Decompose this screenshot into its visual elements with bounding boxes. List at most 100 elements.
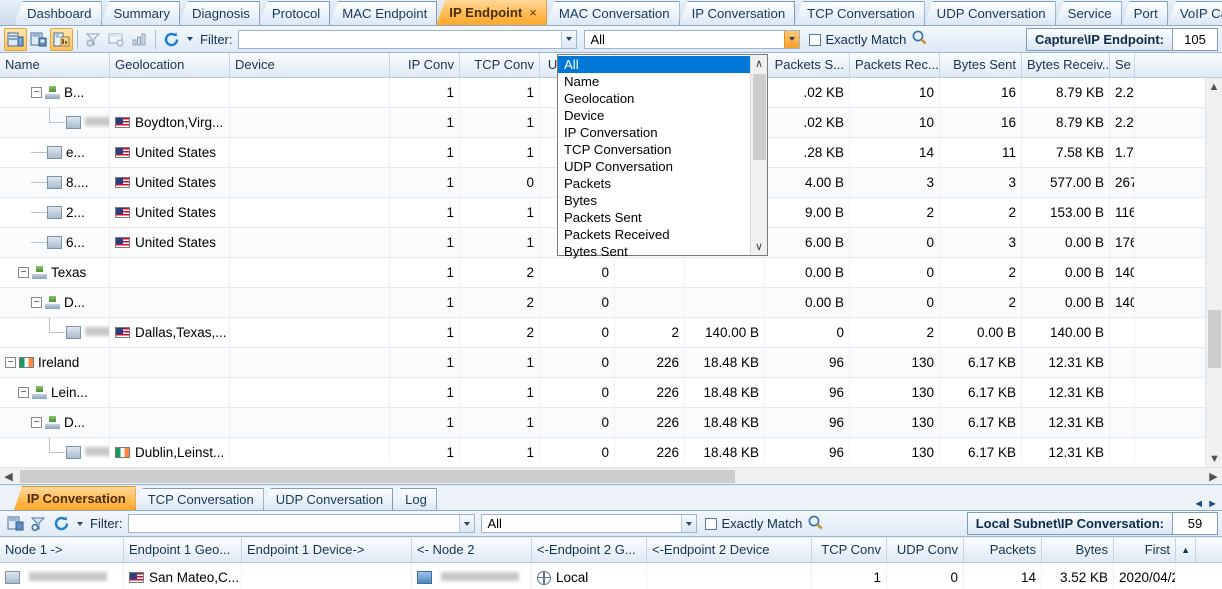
cell-name[interactable]: −D... <box>0 408 110 437</box>
table-row[interactable]: −Lein...11022618.48 KB961306.17 KB12.31 … <box>0 378 1222 408</box>
bottom-table-row[interactable]: San Mateo,C...Local10143.52 KB2020/04/2 <box>0 563 1222 589</box>
tab-tcp-conversation[interactable]: TCP Conversation <box>794 1 925 25</box>
tab-port[interactable]: Port <box>1121 1 1168 25</box>
cell-name[interactable]: −Lein... <box>0 378 110 407</box>
cell-name[interactable]: 8.... <box>0 168 110 197</box>
bottom-column-header-node-1[interactable]: Node 1 -> <box>0 538 124 562</box>
grid-hscroll-thumb[interactable] <box>20 470 735 483</box>
save-icon[interactable] <box>4 512 27 535</box>
bottom-exactly-match-checkbox[interactable] <box>705 516 722 531</box>
dropdown-option-packets-sent[interactable]: Packets Sent <box>558 209 750 226</box>
filter-apply-icon[interactable] <box>82 28 105 51</box>
dropdown-scrollbar[interactable]: ∧ ∨ <box>750 55 767 255</box>
refresh-icon[interactable] <box>160 28 183 51</box>
stats-icon[interactable] <box>128 28 151 51</box>
bottom-column-select-arrow[interactable] <box>681 515 696 532</box>
tree-collapse-toggle[interactable]: − <box>5 357 16 368</box>
bottom-filter-input-wrap[interactable] <box>128 514 475 533</box>
refresh-dropdown-caret[interactable] <box>77 522 83 526</box>
close-icon[interactable]: × <box>529 5 537 20</box>
filter-input-wrap[interactable] <box>238 30 577 49</box>
refresh-dropdown-caret[interactable] <box>187 37 193 41</box>
column-header-bytes-sent[interactable]: Bytes Sent <box>940 53 1022 77</box>
dropdown-option-tcp-conversation[interactable]: TCP Conversation <box>558 141 750 158</box>
dropdown-option-ip-conversation[interactable]: IP Conversation <box>558 124 750 141</box>
search-icon[interactable] <box>911 29 928 49</box>
bottom-grid-scroll-up-icon[interactable]: ▲ <box>1176 538 1196 562</box>
export-endpoints-icon[interactable] <box>4 28 27 51</box>
table-row[interactable]: −Texas1200.00 B020.00 B140.00 B <box>0 258 1222 288</box>
cell-name[interactable]: 6... <box>0 228 110 257</box>
dropdown-option-geolocation[interactable]: Geolocation <box>558 90 750 107</box>
cell-name[interactable]: e... <box>0 138 110 167</box>
dropdown-option-device[interactable]: Device <box>558 107 750 124</box>
dropdown-option-bytes-sent[interactable]: Bytes Sent <box>558 243 750 260</box>
column-select-arrow[interactable] <box>784 31 799 48</box>
tab-protocol[interactable]: Protocol <box>259 1 330 25</box>
column-select-wrap[interactable]: All <box>584 30 800 49</box>
refresh-icon[interactable] <box>50 512 73 535</box>
table-row[interactable]: Dallas,Texas,...1202140.00 B020.00 B140.… <box>0 318 1222 348</box>
table-row[interactable]: −D...1200.00 B020.00 B140.00 B <box>0 288 1222 318</box>
dropdown-option-packets-received[interactable]: Packets Received <box>558 226 750 243</box>
tab-mac-endpoint[interactable]: MAC Endpoint <box>329 1 437 25</box>
bottom-column-header-endpoint-2-device[interactable]: <-Endpoint 2 Device <box>647 538 812 562</box>
cell-name[interactable] <box>0 318 110 347</box>
bottom-column-header-first[interactable]: First <box>1114 538 1176 562</box>
column-header-packets-s[interactable]: Packets S... <box>765 53 850 77</box>
table-row[interactable]: Dublin,Leinst...11022618.48 KB961306.17 … <box>0 438 1222 461</box>
tab-summary[interactable]: Summary <box>101 1 180 25</box>
cell-name[interactable] <box>0 108 110 137</box>
column-header-tcp-conv[interactable]: TCP Conv <box>460 53 540 77</box>
tree-collapse-toggle[interactable]: − <box>18 387 29 398</box>
bottom-column-select-wrap[interactable]: All <box>481 514 697 533</box>
dropdown-scroll-up-icon[interactable]: ∧ <box>751 55 768 72</box>
grid-horizontal-scrollbar[interactable]: ◀ ▶ <box>0 467 1222 484</box>
report-icon[interactable] <box>50 28 73 51</box>
tab-voip-call[interactable]: VoIP Call <box>1167 1 1222 25</box>
exactly-match-checkbox[interactable] <box>809 32 826 47</box>
make-filter-icon[interactable] <box>105 28 128 51</box>
dropdown-option-packets[interactable]: Packets <box>558 175 750 192</box>
scroll-down-icon[interactable]: ▼ <box>1206 450 1222 467</box>
bottom-column-header-packets[interactable]: Packets <box>964 538 1042 562</box>
bottom-column-header-tcp-conv[interactable]: TCP Conv <box>812 538 887 562</box>
grid-vertical-scrollbar[interactable]: ▲ ▼ <box>1205 78 1222 467</box>
bottom-tab-scroll-left-icon[interactable]: ◄ <box>1193 498 1204 510</box>
tab-dashboard[interactable]: Dashboard <box>14 1 102 25</box>
dropdown-option-name[interactable]: Name <box>558 73 750 90</box>
scroll-right-icon[interactable]: ▶ <box>1205 468 1222 485</box>
cell-name[interactable]: −Ireland <box>0 348 110 377</box>
tab-service[interactable]: Service <box>1055 1 1122 25</box>
tab-mac-conversation[interactable]: MAC Conversation <box>546 1 680 25</box>
dropdown-scroll-thumb[interactable] <box>753 74 766 160</box>
dropdown-option-bytes[interactable]: Bytes <box>558 192 750 209</box>
bottom-column-header-endpoint-2-g[interactable]: <-Endpoint 2 G... <box>532 538 647 562</box>
column-header-name[interactable]: Name <box>0 53 110 77</box>
tab-udp-conversation[interactable]: UDP Conversation <box>924 1 1056 25</box>
hscroll-track[interactable] <box>17 468 1205 485</box>
column-select-value[interactable]: All <box>588 32 784 47</box>
cell-name[interactable]: −B... <box>0 78 110 107</box>
bottom-tab-tcp-conversation[interactable]: TCP Conversation <box>135 488 264 510</box>
bottom-column-select-value[interactable]: All <box>485 516 681 531</box>
column-filter-dropdown-list[interactable]: AllNameGeolocationDeviceIP ConversationT… <box>557 54 768 256</box>
bottom-filter-dropdown-arrow[interactable] <box>459 515 474 532</box>
tree-collapse-toggle[interactable]: − <box>31 417 42 428</box>
filter-dropdown-arrow[interactable] <box>561 31 576 48</box>
column-header-se[interactable]: Se <box>1110 53 1135 77</box>
scroll-left-icon[interactable]: ◀ <box>0 468 17 485</box>
tree-collapse-toggle[interactable]: − <box>18 267 29 278</box>
search-icon[interactable] <box>807 514 824 534</box>
tree-collapse-toggle[interactable]: − <box>31 297 42 308</box>
column-header-packets-rec[interactable]: Packets Rec... <box>850 53 940 77</box>
cell-name[interactable]: −D... <box>0 288 110 317</box>
column-header-ip-conv[interactable]: IP Conv <box>390 53 460 77</box>
dropdown-option-all[interactable]: All <box>558 56 750 73</box>
dropdown-scroll-down-icon[interactable]: ∨ <box>751 238 768 255</box>
bottom-column-header-bytes[interactable]: Bytes <box>1042 538 1114 562</box>
dropdown-option-udp-conversation[interactable]: UDP Conversation <box>558 158 750 175</box>
tab-ip-endpoint[interactable]: IP Endpoint× <box>436 0 547 25</box>
bottom-tab-udp-conversation[interactable]: UDP Conversation <box>263 488 393 510</box>
cell-name[interactable]: −Texas <box>0 258 110 287</box>
